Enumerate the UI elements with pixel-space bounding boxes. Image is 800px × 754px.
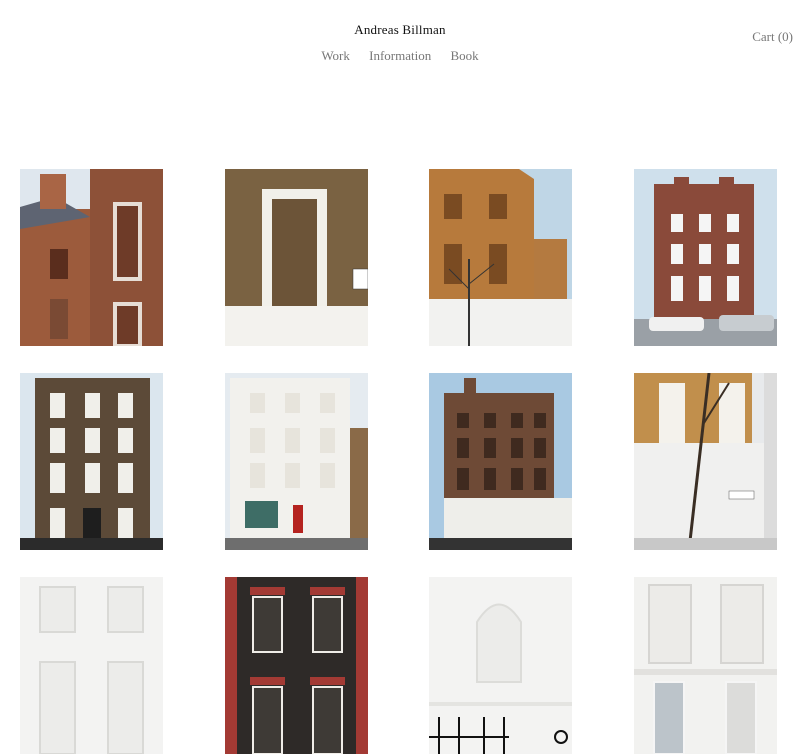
photo-bricked-window-doorway bbox=[225, 169, 368, 346]
photo-white-stucco-building-red-door bbox=[225, 373, 368, 550]
photo-white-facade-blind-windows bbox=[20, 577, 163, 754]
photo-brick-houses-chimney bbox=[20, 169, 163, 346]
photo-georgian-house-with-cars bbox=[634, 169, 777, 346]
photo-dark-brick-red-trim bbox=[225, 577, 368, 754]
gallery-photo-2[interactable] bbox=[225, 169, 368, 346]
photo-tan-brick-house-tree bbox=[429, 169, 572, 346]
gallery-photo-7[interactable] bbox=[429, 373, 572, 550]
gallery-photo-10[interactable] bbox=[225, 577, 368, 754]
photo-tall-brick-townhouse bbox=[20, 373, 163, 550]
gallery-photo-8[interactable] bbox=[634, 373, 777, 550]
gallery-photo-11[interactable] bbox=[429, 577, 572, 754]
photo-brick-facade-bare-tree bbox=[634, 373, 777, 550]
gallery-photo-6[interactable] bbox=[225, 373, 368, 550]
photo-white-facade-panels bbox=[634, 577, 777, 754]
gallery-photo-12[interactable] bbox=[634, 577, 777, 754]
gallery-photo-3[interactable] bbox=[429, 169, 572, 346]
gallery-photo-1[interactable] bbox=[20, 169, 163, 346]
photo-white-wall-arched-niche bbox=[429, 577, 572, 754]
gallery-photo-5[interactable] bbox=[20, 373, 163, 550]
photo-gallery bbox=[0, 0, 800, 754]
photo-brick-house-white-base bbox=[429, 373, 572, 550]
gallery-photo-4[interactable] bbox=[634, 169, 777, 346]
gallery-photo-9[interactable] bbox=[20, 577, 163, 754]
